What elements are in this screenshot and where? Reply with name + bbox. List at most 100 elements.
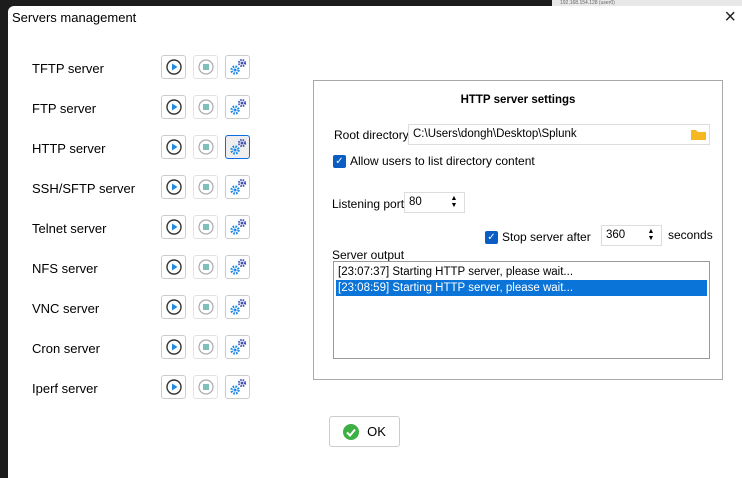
root-directory-value: C:\Users\dongh\Desktop\Splunk (413, 128, 577, 140)
start-server-button[interactable] (161, 255, 186, 279)
play-icon (165, 379, 182, 395)
start-server-button[interactable] (161, 215, 186, 239)
ok-button[interactable]: OK (329, 416, 400, 447)
play-icon (165, 179, 182, 195)
output-line[interactable]: [23:07:37] Starting HTTP server, please … (336, 264, 707, 280)
stop-server-button[interactable] (193, 95, 218, 119)
stop-after-input[interactable]: 360 ▲ ▼ (601, 225, 662, 246)
server-settings-button[interactable] (225, 55, 250, 79)
stop-after-label: Stop server after (502, 230, 591, 244)
play-icon (165, 219, 182, 235)
stop-icon (197, 299, 214, 315)
stop-server-button[interactable] (193, 135, 218, 159)
folder-icon[interactable] (691, 128, 706, 140)
server-label: Telnet server (32, 221, 107, 236)
port-label: Listening port (332, 197, 405, 211)
play-icon (165, 139, 182, 155)
check-circle-icon (343, 423, 360, 440)
stop-after-value: 360 (606, 229, 626, 241)
server-label: SSH/SFTP server (32, 181, 136, 196)
start-server-button[interactable] (161, 135, 186, 159)
server-label: Cron server (32, 341, 100, 356)
server-label: VNC server (32, 301, 100, 316)
server-settings-button[interactable] (225, 295, 250, 319)
start-server-button[interactable] (161, 55, 186, 79)
stop-server-button[interactable] (193, 215, 218, 239)
output-line[interactable]: [23:08:59] Starting HTTP server, please … (336, 280, 707, 296)
play-icon (165, 259, 182, 275)
server-label: HTTP server (32, 141, 106, 156)
port-input[interactable]: 80 ▲ ▼ (404, 192, 465, 213)
dialog-title: Servers management (12, 10, 137, 25)
stop-after-checkbox[interactable]: ✓ Stop server after (485, 230, 591, 245)
start-server-button[interactable] (161, 175, 186, 199)
gears-icon (229, 98, 246, 115)
server-settings-button[interactable] (225, 335, 250, 359)
server-settings-button[interactable] (225, 175, 250, 199)
start-server-button[interactable] (161, 375, 186, 399)
server-settings-button[interactable] (225, 135, 250, 159)
gears-icon (229, 338, 246, 355)
stop-server-button[interactable] (193, 295, 218, 319)
server-row: VNC server (32, 295, 262, 321)
allow-list-checkbox[interactable]: ✓ Allow users to list directory content (333, 154, 535, 169)
server-row: SSH/SFTP server (32, 175, 262, 201)
server-settings-button[interactable] (225, 255, 250, 279)
servers-dialog: Servers management × TFTP server FTP ser… (8, 6, 742, 478)
start-server-button[interactable] (161, 335, 186, 359)
gears-icon (229, 218, 246, 235)
stop-server-button[interactable] (193, 175, 218, 199)
server-label: Iperf server (32, 381, 98, 396)
port-spinner[interactable]: ▲ ▼ (446, 195, 462, 210)
server-row: Telnet server (32, 215, 262, 241)
stop-server-button[interactable] (193, 255, 218, 279)
stop-icon (197, 179, 214, 195)
http-settings-panel: HTTP server settings Root directory C:\U… (313, 80, 723, 380)
stop-server-button[interactable] (193, 335, 218, 359)
stop-icon (197, 139, 214, 155)
gears-icon (229, 378, 246, 395)
root-directory-input[interactable]: C:\Users\dongh\Desktop\Splunk (408, 124, 710, 145)
server-label: FTP server (32, 101, 97, 116)
server-label: NFS server (32, 261, 98, 276)
stop-after-spinner[interactable]: ▲ ▼ (643, 228, 659, 243)
stop-server-button[interactable] (193, 375, 218, 399)
server-output-list[interactable]: [23:07:37] Starting HTTP server, please … (333, 261, 710, 359)
play-icon (165, 299, 182, 315)
gears-icon (229, 58, 246, 75)
play-icon (165, 339, 182, 355)
stop-icon (197, 379, 214, 395)
stop-icon (197, 259, 214, 275)
port-value: 80 (409, 196, 422, 208)
start-server-button[interactable] (161, 295, 186, 319)
ok-label: OK (367, 424, 386, 439)
settings-title: HTTP server settings (460, 94, 576, 106)
server-output-label: Server output (332, 248, 405, 262)
allow-list-label: Allow users to list directory content (350, 154, 535, 168)
server-settings-button[interactable] (225, 215, 250, 239)
stop-server-button[interactable] (193, 55, 218, 79)
server-label: TFTP server (32, 61, 104, 76)
start-server-button[interactable] (161, 95, 186, 119)
play-icon (165, 59, 182, 75)
server-row: NFS server (32, 255, 262, 281)
server-row: Iperf server (32, 375, 262, 401)
stop-icon (197, 339, 214, 355)
server-row: Cron server (32, 335, 262, 361)
gears-icon (229, 178, 246, 195)
server-row: FTP server (32, 95, 262, 121)
stop-icon (197, 99, 214, 115)
stop-icon (197, 59, 214, 75)
server-row: TFTP server (32, 55, 262, 81)
gears-icon (229, 258, 246, 275)
server-settings-button[interactable] (225, 95, 250, 119)
server-settings-button[interactable] (225, 375, 250, 399)
server-row: HTTP server (32, 135, 262, 161)
play-icon (165, 99, 182, 115)
gears-icon (229, 298, 246, 315)
root-directory-label: Root directory (334, 128, 409, 142)
checkbox-check-icon: ✓ (485, 231, 498, 245)
gears-icon (229, 138, 246, 155)
stop-icon (197, 219, 214, 235)
close-icon[interactable]: × (724, 6, 736, 29)
